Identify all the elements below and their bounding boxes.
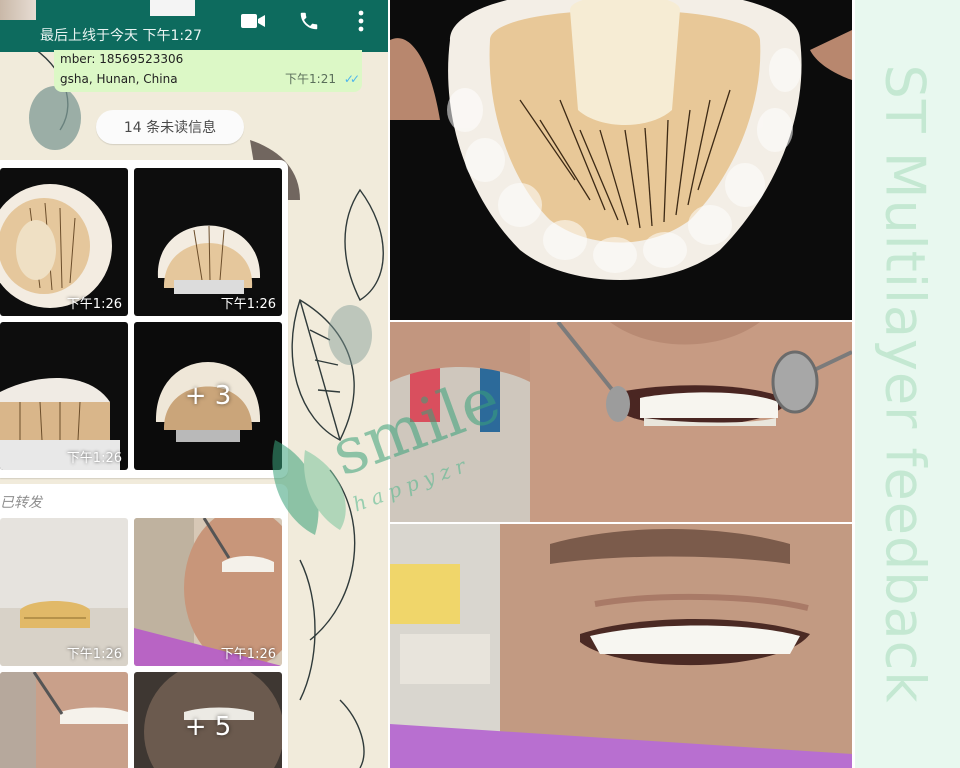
- album-image-tile[interactable]: 下午1:26: [134, 518, 282, 666]
- album-image-tile[interactable]: [0, 672, 128, 768]
- image-album-2: 已转发 下午1:26 下午1:26 + 5: [0, 484, 288, 768]
- message-time: 下午1:21: [285, 72, 336, 86]
- more-vert-icon[interactable]: [346, 8, 376, 34]
- video-call-icon[interactable]: [238, 8, 268, 34]
- album-image-tile[interactable]: 下午1:26: [0, 322, 128, 470]
- brand-watermark: smile happyzr: [255, 360, 565, 535]
- image-time: 下午1:26: [220, 647, 276, 662]
- address-message-bubble[interactable]: mber: 18569523306 gsha, Hunan, China 下午1…: [54, 50, 362, 92]
- image-album-1: 下午1:26 下午1:26 下午1:26 + 3: [0, 160, 288, 478]
- image-time: 下午1:26: [66, 297, 122, 312]
- more-images-count: + 5: [184, 712, 232, 742]
- chat-app-bar: 最后上线于今天 下午1:27: [0, 0, 388, 52]
- bridge-closeup-photo: [390, 0, 852, 320]
- phone-call-icon[interactable]: [294, 8, 324, 34]
- double-check-icon: ✓✓: [343, 72, 360, 86]
- contact-avatar[interactable]: [0, 0, 36, 20]
- album-more-tile[interactable]: + 5: [134, 672, 282, 768]
- address-phone-line: mber: 18569523306: [60, 52, 184, 66]
- album-image-tile[interactable]: 下午1:26: [134, 168, 282, 316]
- unread-messages-pill: 14 条未读信息: [96, 110, 244, 144]
- address-city-line: gsha, Hunan, China: [60, 72, 178, 86]
- contact-name-redacted: [150, 0, 195, 16]
- album-image-tile[interactable]: 下午1:26: [0, 168, 128, 316]
- image-time: 下午1:26: [66, 451, 122, 466]
- forwarded-label: 已转发: [0, 495, 42, 511]
- vertical-caption: ST Multilayer feedback: [873, 64, 937, 704]
- patient-mouth-photo: [0, 672, 128, 768]
- last-seen-status: 最后上线于今天 下午1:27: [40, 28, 202, 44]
- image-time: 下午1:26: [220, 297, 276, 312]
- image-time: 下午1:26: [66, 647, 122, 662]
- patient-smile-photo: [390, 524, 852, 768]
- album-image-tile[interactable]: 下午1:26: [0, 518, 128, 666]
